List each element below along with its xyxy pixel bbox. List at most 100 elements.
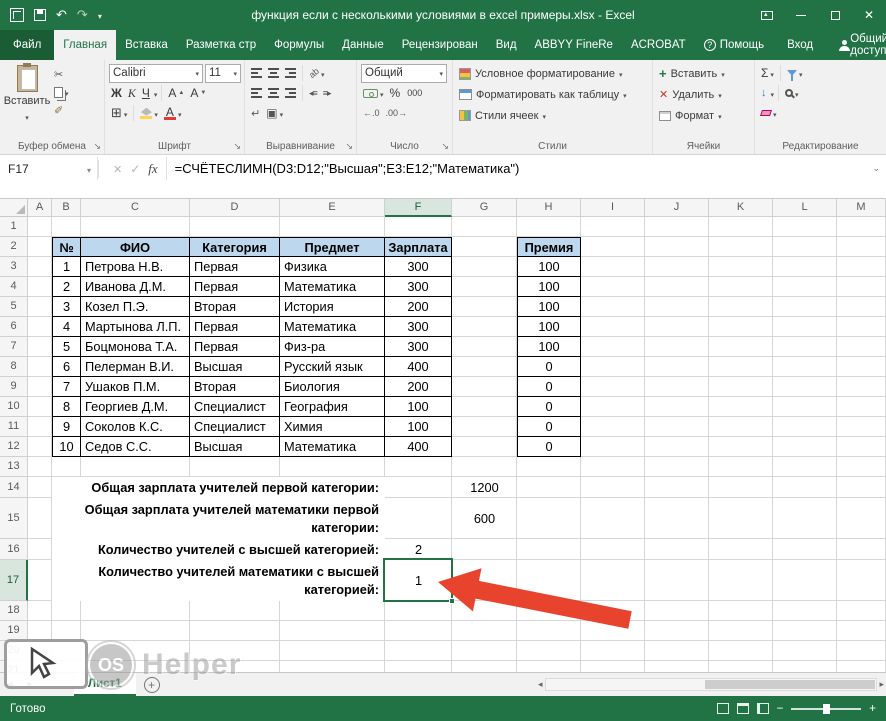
font-family-select[interactable]: Calibri [109,63,203,83]
underline-button[interactable]: Ч [140,85,152,101]
minimize-button[interactable] [784,0,818,30]
cell-B5[interactable]: 3 [52,297,81,317]
cell-H4[interactable]: 100 [517,277,581,297]
select-all-button[interactable] [0,199,28,217]
row-header-12[interactable]: 12 [0,437,28,457]
ribbon-tab[interactable]: Рецензирован [393,30,487,60]
tab-help[interactable]: Помощь [695,30,773,60]
increase-decimal-button[interactable] [361,107,382,119]
cell-F6[interactable]: 300 [385,317,452,337]
wrap-text-button[interactable] [249,105,262,121]
align-right-button[interactable] [283,86,298,101]
cell-D11[interactable]: Специалист [190,417,280,437]
row-header-7[interactable]: 7 [0,337,28,357]
cell-H9[interactable]: 0 [517,377,581,397]
cell-C2[interactable]: ФИО [81,237,190,257]
name-box[interactable]: F17 [2,157,98,180]
ribbon-tab[interactable]: Вставка [116,30,177,60]
cell-B3[interactable]: 1 [52,257,81,277]
row-header-2[interactable]: 2 [0,237,28,257]
row-header-17[interactable]: 17 [0,560,28,601]
row-header-14[interactable]: 14 [0,477,28,498]
ribbon-tab[interactable]: ACROBAT [622,30,695,60]
ribbon-tab[interactable]: Главная [54,30,117,60]
row-header-3[interactable]: 3 [0,257,28,277]
cell-B16[interactable]: Количество учителей с высшей категорией: [52,539,385,560]
cell-G15[interactable]: 600 [452,498,517,539]
align-left-button[interactable] [249,86,264,101]
cell-D3[interactable]: Первая [190,257,280,277]
format-painter-button[interactable] [54,103,69,118]
row-header-16[interactable]: 16 [0,539,28,560]
ribbon-tab[interactable]: Разметка стр [177,30,265,60]
cell-B2[interactable]: № [52,237,81,257]
cell-D4[interactable]: Первая [190,277,280,297]
increase-indent-button[interactable] [321,87,333,100]
close-button[interactable] [852,0,886,30]
cancel-entry-button[interactable] [113,160,122,178]
cut-button[interactable] [54,67,69,82]
maximize-button[interactable] [818,0,852,30]
row-header-18[interactable]: 18 [0,601,28,621]
find-select-button[interactable] [783,85,801,101]
alignment-dialog-launcher[interactable] [345,141,353,152]
cell-H10[interactable]: 0 [517,397,581,417]
cell-D6[interactable]: Первая [190,317,280,337]
qat-customize-button[interactable] [98,6,102,24]
column-header-H[interactable]: H [517,199,581,217]
number-dialog-launcher[interactable] [441,141,449,152]
align-top-button[interactable] [249,66,264,81]
row-header-13[interactable]: 13 [0,457,28,477]
sort-filter-button[interactable] [785,65,805,81]
cell-D12[interactable]: Высшая [190,437,280,457]
font-size-select[interactable]: 11 [205,63,241,83]
ribbon-tab[interactable]: Вид [487,30,526,60]
clear-button[interactable] [759,105,779,121]
horizontal-scrollbar[interactable] [538,677,884,692]
cell-F5[interactable]: 200 [385,297,452,317]
cell-F10[interactable]: 100 [385,397,452,417]
undo-button[interactable] [56,6,67,24]
cell-C7[interactable]: Боцмонова Т.А. [81,337,190,357]
cell-F3[interactable]: 300 [385,257,452,277]
cell-F12[interactable]: 400 [385,437,452,457]
column-header-L[interactable]: L [773,199,837,217]
row-header-11[interactable]: 11 [0,417,28,437]
cell-C11[interactable]: Соколов К.С. [81,417,190,437]
column-header-D[interactable]: D [190,199,280,217]
cell-C10[interactable]: Георгиев Д.М. [81,397,190,417]
row-header-19[interactable]: 19 [0,621,28,641]
cell-E8[interactable]: Русский язык [280,357,385,377]
cell-H2[interactable]: Премия [517,237,581,257]
cell-H6[interactable]: 100 [517,317,581,337]
ribbon-tab[interactable]: Данные [333,30,393,60]
ribbon-tab[interactable]: ABBYY FineRe [526,30,622,60]
row-header-8[interactable]: 8 [0,357,28,377]
cell-B8[interactable]: 6 [52,357,81,377]
shrink-font-button[interactable]: А ▼ [188,85,208,101]
cell-D10[interactable]: Специалист [190,397,280,417]
cell-B12[interactable]: 10 [52,437,81,457]
cell-C12[interactable]: Седов С.С. [81,437,190,457]
cell-G14[interactable]: 1200 [452,477,517,498]
cell-C6[interactable]: Мартынова Л.П. [81,317,190,337]
fill-color-button[interactable] [138,105,160,121]
scroll-right-icon[interactable] [879,679,884,690]
font-dialog-launcher[interactable] [233,141,241,152]
clipboard-dialog-launcher[interactable] [93,141,101,152]
cell-E3[interactable]: Физика [280,257,385,277]
font-color-button[interactable]: А [162,105,184,121]
cell-F16[interactable]: 2 [385,539,452,560]
cell-D7[interactable]: Первая [190,337,280,357]
cell-C4[interactable]: Иванова Д.М. [81,277,190,297]
row-header-1[interactable]: 1 [0,217,28,237]
decrease-indent-button[interactable] [307,87,319,100]
share-button[interactable]: Общий доступ [827,30,886,60]
cell-B10[interactable]: 8 [52,397,81,417]
comma-format-button[interactable]: 000 [404,86,425,100]
row-header-5[interactable]: 5 [0,297,28,317]
cell-F9[interactable]: 200 [385,377,452,397]
cell-H12[interactable]: 0 [517,437,581,457]
cell-D2[interactable]: Категория [190,237,280,257]
align-bottom-button[interactable] [283,66,298,81]
